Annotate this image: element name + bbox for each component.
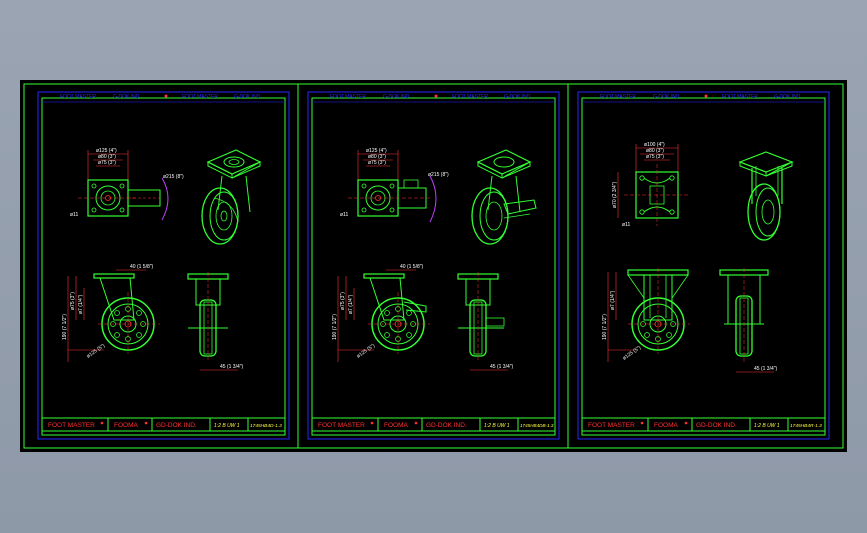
header-text: G-DOK IND <box>504 94 531 100</box>
drawing-number: 1745HB4D-1.3 <box>250 423 282 429</box>
dimension-label: ø75 (3") <box>646 154 664 160</box>
dimension-label: 190 (7 1/2") <box>62 314 68 340</box>
side-view: 40 (1 5/8") 190 (7 1/2") ø75 (3") ø7 (1/… <box>62 264 160 362</box>
dimension-label: ø7 (1/4") <box>610 290 616 310</box>
scale-label: 1:2 B UW 1 <box>754 423 780 429</box>
header-text: FOOT MASTER <box>60 94 96 100</box>
drawing-number: 1745HB4DB-1.3 <box>520 423 554 428</box>
cad-drawing: FOOT MASTER G-DOK IND FOOT MASTER G-DOK … <box>23 83 844 449</box>
top-plate-view: ø100 (4") ø80 (3") ø75 (3") ø70 (2 3/4")… <box>612 142 690 228</box>
brand-label: FOOT MASTER <box>48 422 95 429</box>
cad-viewport[interactable]: FOOT MASTER G-DOK IND FOOT MASTER G-DOK … <box>20 80 847 452</box>
dimension-label: 45 (1 3/4") <box>220 364 244 370</box>
dimension-label: ø125 (5") <box>622 345 643 362</box>
dimension-label: 45 (1 3/4") <box>490 364 514 370</box>
dimension-label: ø125 (5") <box>356 343 377 360</box>
center-mark <box>704 94 708 98</box>
dimension-label: ø11 <box>340 212 348 218</box>
dimension-label: ø215 (8") <box>163 174 184 180</box>
title-block: FOOT MASTER FOOMA GD-DOK IND. 1:2 B UW 1… <box>311 417 556 432</box>
sheet-border <box>307 91 560 440</box>
front-view: 45 (1 3/4") <box>187 272 244 371</box>
dimension-label: ø75 (3") <box>98 160 116 166</box>
dimension-label: 45 (1 3/4") <box>754 366 778 372</box>
drawing-number: 1745HB4R-1.3 <box>790 423 822 429</box>
dimension-label: 190 (7 1/2") <box>332 314 338 340</box>
header-text: G-DOK IND <box>113 94 140 100</box>
dimension-label: ø11 <box>70 212 78 218</box>
sheet-inner-border <box>581 97 826 436</box>
center-mark <box>164 94 168 98</box>
front-view: 45 (1 3/4") <box>719 268 778 373</box>
dimension-label: ø75 (3") <box>70 292 76 310</box>
sheet-2: FOOT MASTER G-DOK IND FOOT MASTER G-DOK … <box>307 91 560 440</box>
sheet-3: FOOT MASTER G-DOK IND FOOT MASTER G-DOK … <box>577 91 830 440</box>
sheet-inner-border <box>41 97 286 436</box>
isometric-view <box>738 151 794 241</box>
side-view: 40 (1 5/8") 190 (7 1/2") ø75 (3") ø7 (1/… <box>332 264 430 362</box>
dimension-label: ø75 (3") <box>368 160 386 166</box>
center-mark <box>434 94 438 98</box>
dimension-label: ø75 (3") <box>340 292 346 310</box>
header-text: FOOT MASTER <box>182 94 218 100</box>
sheet-border <box>577 91 830 440</box>
dimension-label: ø7 (1/4") <box>348 294 354 314</box>
isometric-view <box>201 149 262 245</box>
dimension-label: ø70 (2 3/4") <box>612 181 618 208</box>
dimension-label: ø11 <box>622 222 630 228</box>
header-text: G-DOK IND <box>653 94 680 100</box>
sheet-1: FOOT MASTER G-DOK IND FOOT MASTER G-DOK … <box>37 91 290 440</box>
brand-label: FOOT MASTER <box>318 422 365 429</box>
title-block: FOOT MASTER FOOMA GD-DOK IND. 1:2 B UW 1… <box>581 417 826 432</box>
scale-label: 1:2 B UW 1 <box>214 423 240 429</box>
brand-label: FOOT MASTER <box>588 422 635 429</box>
header-text: FOOT MASTER <box>330 94 366 100</box>
header-text: G-DOK IND <box>774 94 801 100</box>
side-view: 190 (7 1/2") ø7 (1/4") ø125 (5") <box>602 268 690 362</box>
brand-label: GD-DOK IND. <box>156 422 197 429</box>
dimension-label: ø215 (8") <box>428 172 449 178</box>
header-text: FOOT MASTER <box>452 94 488 100</box>
brand-label: FOOMA <box>654 422 678 429</box>
brand-label: GD-DOK IND. <box>426 422 467 429</box>
dimension-label: 190 (7 1/2") <box>602 314 608 340</box>
header-text: G-DOK IND <box>383 94 410 100</box>
brand-label: FOOMA <box>384 422 408 429</box>
brand-label: GD-DOK IND. <box>696 422 737 429</box>
header-text: FOOT MASTER <box>722 94 758 100</box>
top-plate-view: ø125 (4") ø80 (3") ø75 (3") ø215 (8") ø1… <box>70 148 184 221</box>
header-text: G-DOK IND <box>234 94 261 100</box>
brake-pedal <box>403 179 419 189</box>
dimension-label: 40 (1 5/8") <box>400 264 424 270</box>
dimension-label: ø7 (1/4") <box>78 294 84 314</box>
header-text: FOOT MASTER <box>600 94 636 100</box>
scale-label: 1:2 B UW 1 <box>484 423 510 429</box>
dimension-label: ø125 (5") <box>86 343 107 360</box>
brand-label: FOOMA <box>114 422 138 429</box>
dimension-label: 40 (1 5/8") <box>130 264 154 270</box>
isometric-view <box>471 149 537 245</box>
sheet-border <box>37 91 290 440</box>
top-plate-view: ø125 (4") ø80 (3") ø75 (3") ø215 (8") ø1… <box>340 148 449 223</box>
sheet-inner-border <box>311 97 556 436</box>
title-block: FOOT MASTER FOOMA GD-DOK IND. 1:2 B UW 1… <box>41 417 286 432</box>
front-view: 45 (1 3/4") <box>457 272 514 371</box>
